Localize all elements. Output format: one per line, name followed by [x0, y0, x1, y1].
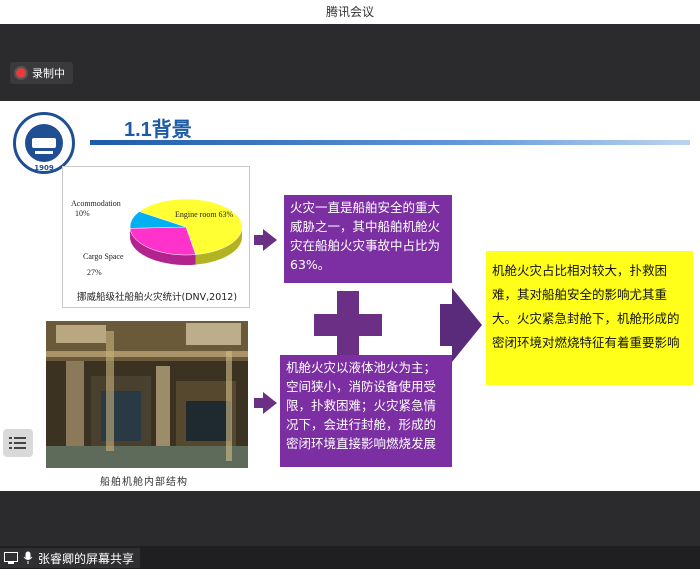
- pie-label-accommodation: Acommodation: [71, 199, 121, 208]
- shared-slide: 1909 1.1背景 Acommodation 10% Engine room …: [0, 101, 700, 491]
- university-logo: 1909: [13, 112, 75, 174]
- arrow-right-icon: [263, 229, 277, 251]
- record-icon: [16, 68, 26, 78]
- microphone-icon: [23, 551, 33, 564]
- engine-room-fire-box: 机舱火灾以液体池火为主；空间狭小，消防设备使用受限，扑救困难；火灾紧急情况下，会…: [280, 355, 452, 467]
- pie-chart-panel: Acommodation 10% Engine room 63% Cargo S…: [62, 166, 250, 308]
- slide-title: 1.1背景: [124, 119, 192, 141]
- recording-indicator[interactable]: 录制中: [10, 62, 73, 84]
- screen-share-icon: [4, 552, 18, 564]
- pie-caption: 挪威船级社船舶火灾统计(DNV,2012): [77, 292, 238, 303]
- pie-label-cargo: Cargo Space: [83, 252, 124, 261]
- list-icon: [9, 437, 26, 449]
- big-arrow-right-icon: [452, 288, 482, 362]
- window-title-bar: 腾讯会议: [0, 0, 700, 24]
- arrow-right-icon: [263, 392, 277, 414]
- ship-emblem-icon: [25, 124, 63, 162]
- fire-threat-box: 火灾一直是船舶安全的重大威胁之一，其中船舶机舱火灾在船舶火灾事故中占比为63%。: [284, 195, 452, 283]
- screen-share-indicator[interactable]: 张睿卿的屏幕共享: [0, 548, 141, 568]
- pie-label-cargo-pct: 27%: [87, 268, 102, 277]
- engine-room-image: [46, 321, 248, 468]
- conclusion-box: 机舱火灾占比相对较大，扑救困难，其对船舶安全的影响尤其重大。火灾紧急封舱下，机舱…: [486, 251, 693, 385]
- pie-label-engine: Engine room 63%: [175, 210, 234, 219]
- engine-room-photo: [46, 321, 248, 468]
- app-title: 腾讯会议: [325, 5, 374, 19]
- recording-label: 录制中: [32, 67, 65, 80]
- title-underline: [90, 140, 690, 145]
- pie-label-accommodation-pct: 10%: [75, 209, 90, 218]
- plus-icon: [314, 314, 382, 336]
- menu-button[interactable]: [3, 429, 33, 457]
- screen-share-label: 张睿卿的屏幕共享: [38, 551, 135, 566]
- photo-caption: 船舶机舱内部结构: [100, 477, 188, 488]
